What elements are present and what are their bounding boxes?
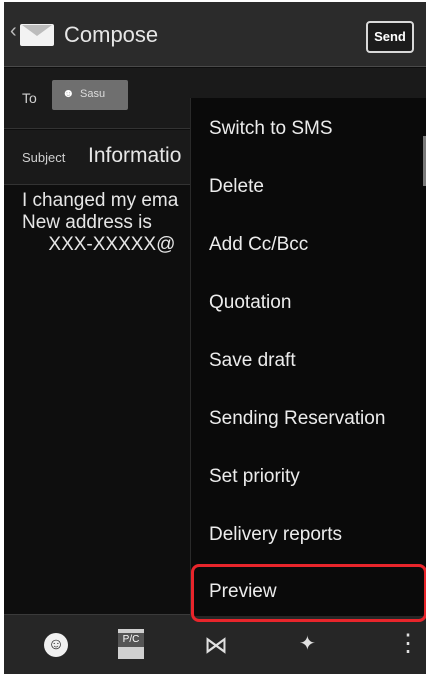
action-bar: ‹ Compose Send (4, 2, 426, 67)
subject-input[interactable]: Informatio (88, 144, 181, 168)
phone-screen: ‹ Compose Send To ☻ Sasu Subject Informa… (4, 2, 426, 674)
back-chevron-icon[interactable]: ‹ (10, 20, 17, 43)
recipient-name: Sasu (80, 88, 106, 100)
more-icon[interactable]: ⋮ (396, 629, 420, 658)
smiley-icon[interactable]: ☺ (44, 633, 68, 657)
subject-label: Subject (22, 150, 66, 165)
menu-item-delivery-reports[interactable]: Delivery reports (191, 506, 426, 564)
attach-icon[interactable]: ⋈ (204, 631, 228, 660)
menu-item-save-draft[interactable]: Save draft (191, 332, 426, 390)
menu-item-preview[interactable]: Preview (191, 564, 426, 622)
send-button[interactable]: Send (366, 21, 414, 53)
person-icon: ☻ (62, 86, 75, 100)
options-menu: Switch to SMS Delete Add Cc/Bcc Quotatio… (190, 98, 426, 622)
menu-item-quotation[interactable]: Quotation (191, 274, 426, 332)
menu-item-switch-to-sms[interactable]: Switch to SMS (191, 100, 426, 158)
menu-item-set-priority[interactable]: Set priority (191, 448, 426, 506)
sparkle-icon[interactable]: ✦ (299, 631, 316, 656)
menu-item-delete[interactable]: Delete (191, 158, 426, 216)
envelope-icon (20, 24, 54, 46)
to-label: To (22, 90, 37, 106)
menu-item-add-cc-bcc[interactable]: Add Cc/Bcc (191, 216, 426, 274)
message-body[interactable]: I changed my ema New address is XXX-XXXX… (22, 190, 178, 256)
bottom-toolbar: ☺ P/C ⋈ ✦ ⋮ (4, 614, 426, 674)
template-icon[interactable]: P/C (118, 629, 144, 659)
page-title: Compose (64, 22, 159, 47)
menu-item-sending-reservation[interactable]: Sending Reservation (191, 390, 426, 448)
template-label: P/C (118, 633, 144, 647)
recipient-chip[interactable]: ☻ Sasu (52, 80, 128, 110)
